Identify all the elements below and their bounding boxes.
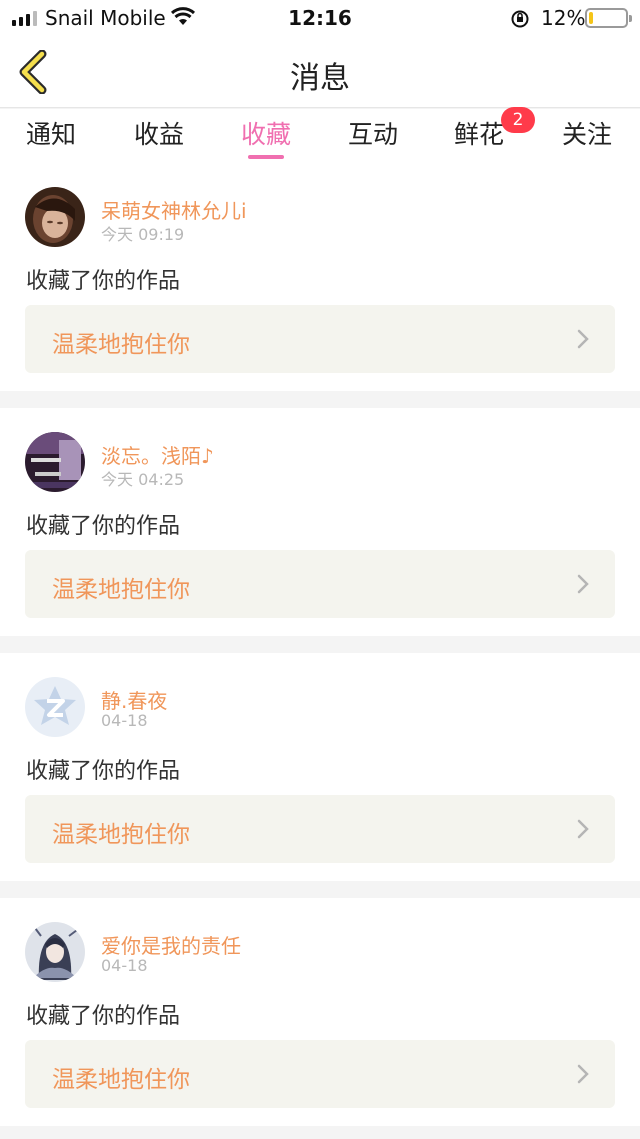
- work-link[interactable]: 温柔地抱住你: [25, 795, 615, 863]
- tab-interactions[interactable]: 互动: [348, 115, 398, 159]
- tab-label: 通知: [26, 120, 77, 149]
- user-name[interactable]: 淡忘。浅陌♪: [101, 440, 214, 469]
- chevron-right-icon: [577, 819, 589, 839]
- tab-label: 收益: [134, 120, 185, 149]
- battery-percent: 12%: [541, 6, 586, 30]
- action-text: 收藏了你的作品: [26, 269, 181, 294]
- action-text: 收藏了你的作品: [26, 514, 181, 539]
- action-text: 收藏了你的作品: [26, 1004, 181, 1029]
- chevron-right-icon: [577, 329, 589, 349]
- nav-bar: 消息: [0, 36, 640, 108]
- rotation-lock-icon: [511, 10, 529, 28]
- tab-following[interactable]: 关注: [562, 115, 612, 159]
- active-tab-indicator: [248, 155, 284, 159]
- list-item: 爱你是我的责任 04-18 收藏了你的作品 温柔地抱住你: [0, 898, 640, 1126]
- work-title: 温柔地抱住你: [52, 332, 190, 358]
- user-name[interactable]: 爱你是我的责任: [101, 930, 241, 959]
- tab-label: 互动: [348, 120, 399, 149]
- status-bar: Snail Mobile 12:16 12%: [0, 0, 640, 36]
- avatar[interactable]: [25, 432, 85, 492]
- avatar[interactable]: [25, 677, 85, 737]
- avatar[interactable]: [25, 187, 85, 247]
- user-name[interactable]: 静.春夜: [101, 685, 167, 714]
- work-title: 温柔地抱住你: [52, 577, 190, 603]
- tab-flowers[interactable]: 鲜花 2: [454, 107, 535, 159]
- battery-icon: [585, 8, 632, 28]
- tab-earnings[interactable]: 收益: [134, 115, 184, 159]
- timestamp: 今天 09:19: [101, 225, 185, 244]
- avatar[interactable]: [25, 922, 85, 982]
- work-title: 温柔地抱住你: [52, 1067, 190, 1093]
- action-text: 收藏了你的作品: [26, 759, 181, 784]
- chevron-right-icon: [577, 574, 589, 594]
- work-link[interactable]: 温柔地抱住你: [25, 1040, 615, 1108]
- timestamp: 今天 04:25: [101, 470, 185, 489]
- list-item: 呆萌女神林允儿i 今天 09:19 收藏了你的作品 温柔地抱住你: [0, 163, 640, 391]
- list-item: 淡忘。浅陌♪ 今天 04:25 收藏了你的作品 温柔地抱住你: [0, 408, 640, 636]
- work-link[interactable]: 温柔地抱住你: [25, 305, 615, 373]
- work-link[interactable]: 温柔地抱住你: [25, 550, 615, 618]
- tab-label: 鲜花: [454, 120, 505, 149]
- chevron-right-icon: [577, 1064, 589, 1084]
- page-title: 消息: [290, 61, 350, 96]
- user-name[interactable]: 呆萌女神林允儿i: [101, 195, 247, 224]
- message-list: 呆萌女神林允儿i 今天 09:19 收藏了你的作品 温柔地抱住你 淡忘。浅陌♪ …: [0, 163, 640, 1139]
- timestamp: 04-18: [101, 956, 148, 975]
- tab-favorites[interactable]: 收藏: [241, 115, 291, 159]
- work-title: 温柔地抱住你: [52, 822, 190, 848]
- unread-badge: 2: [501, 107, 535, 133]
- tab-label: 收藏: [241, 120, 292, 149]
- tab-notifications[interactable]: 通知: [26, 115, 76, 159]
- timestamp: 04-18: [101, 711, 148, 730]
- list-item: 静.春夜 04-18 收藏了你的作品 温柔地抱住你: [0, 653, 640, 881]
- tab-bar: 通知 收益 收藏 互动 鲜花 2 关注: [0, 107, 640, 163]
- tab-label: 关注: [562, 120, 613, 149]
